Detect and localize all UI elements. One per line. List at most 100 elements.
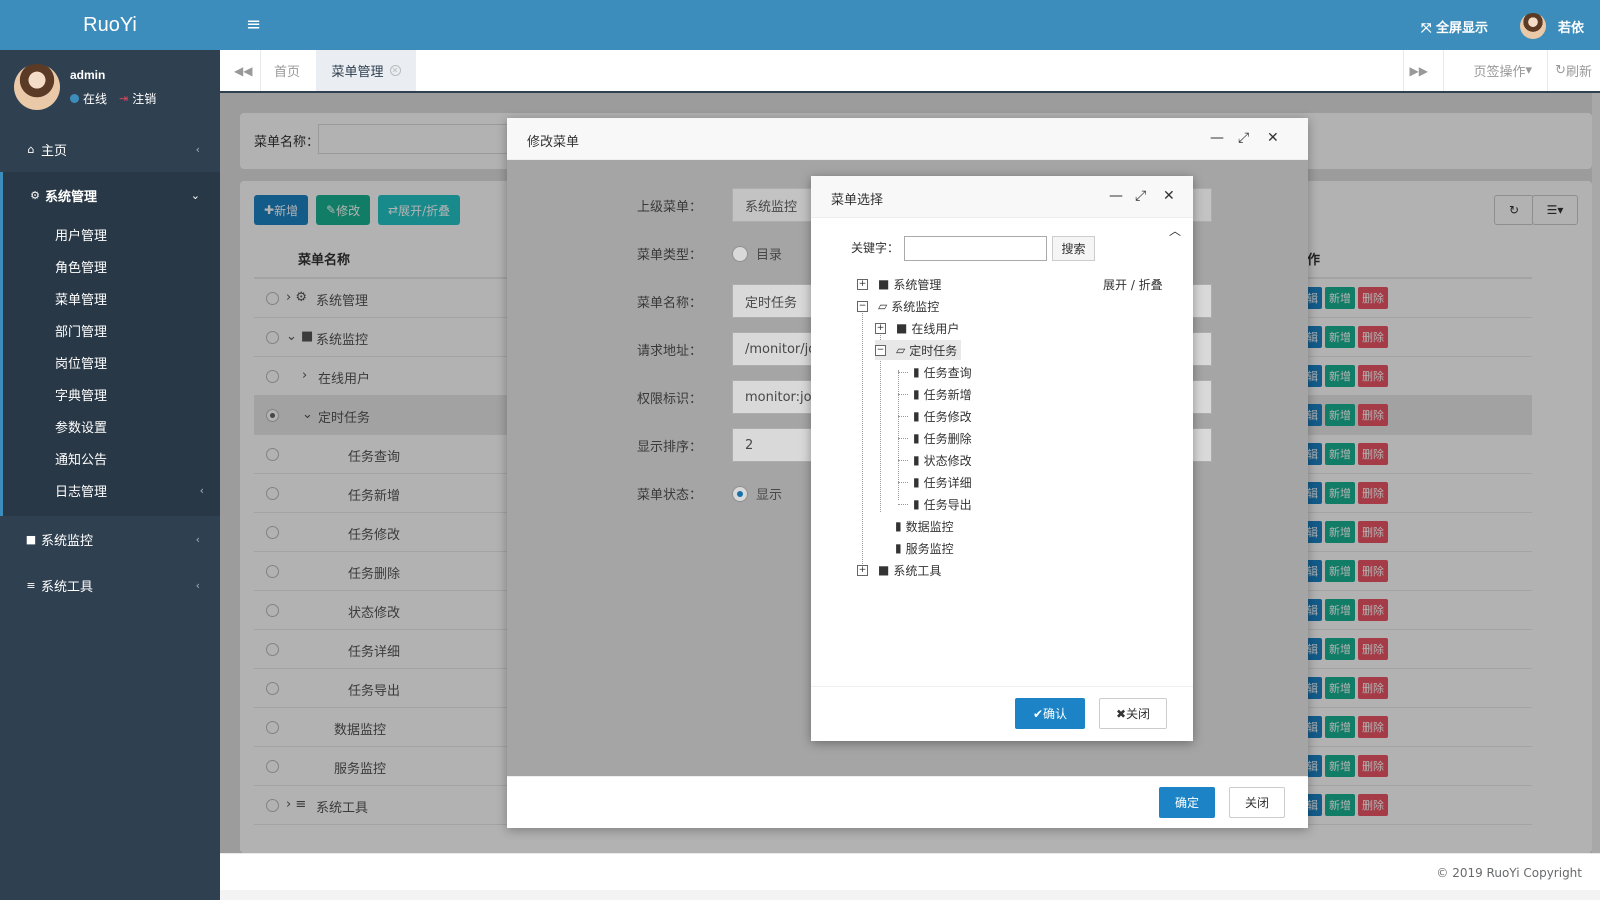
tree-line — [898, 438, 908, 439]
collapse-minus-icon[interactable]: − — [875, 344, 886, 356]
expand-plus-icon[interactable]: + — [857, 278, 868, 290]
tab-ops-dropdown[interactable]: 页签操作 ▾ — [1473, 50, 1532, 91]
collapse-arrow-icon[interactable]: ︿ — [1169, 222, 1181, 239]
file-icon: ▮ — [913, 475, 920, 489]
sidebar-item-log-label: 日志管理 — [55, 484, 108, 500]
online-dot-icon — [70, 94, 79, 103]
sidebar-item-notice[interactable]: 通知公告 — [3, 442, 220, 474]
sidebar: RuoYi admin 在线 ⇥ 注销 ⌂ 主页 ‹ ⚙ 系统管理 ⌄ 用户管理… — [0, 0, 220, 900]
sidebar-item-user[interactable]: 用户管理 — [3, 218, 220, 250]
nav-tools[interactable]: ≡ 系统工具 ‹ — [0, 562, 220, 608]
sidebar-item-dict[interactable]: 字典管理 — [3, 378, 220, 410]
footer: © 2019 RuoYi Copyright — [220, 853, 1600, 890]
tree-node-data[interactable]: ▮ 数据监控 — [895, 516, 954, 536]
expand-plus-icon[interactable]: + — [857, 564, 868, 576]
cancel-button[interactable]: 关闭 — [1229, 787, 1285, 818]
dialog-title: 菜单选择 — [831, 193, 884, 208]
sidebar-item-menu[interactable]: 菜单管理 — [3, 282, 220, 314]
close-icon: ✖ — [1115, 706, 1127, 721]
sidebar-item-dept[interactable]: 部门管理 — [3, 314, 220, 346]
expand-plus-icon[interactable]: + — [875, 322, 886, 334]
confirm-button[interactable]: 确定 — [1159, 787, 1215, 818]
tree-node-job-child[interactable]: ▮ 任务修改 — [913, 406, 972, 426]
tree-node-label: 任务详细 — [923, 475, 972, 490]
tree-node-monitor[interactable]: − ▱ 系统监控 — [857, 296, 939, 316]
close-icon[interactable]: ✕ — [1163, 188, 1175, 204]
dialog-title: 修改菜单 — [527, 135, 580, 150]
tab-scroll-left-icon[interactable]: ◀◀ — [234, 50, 252, 91]
tree-node-job-child[interactable]: ▮ 任务详细 — [913, 472, 972, 492]
sidebar-item-log[interactable]: 日志管理 ‹ — [3, 474, 220, 506]
tree-node-job[interactable]: − ▱ 定时任务 — [875, 340, 962, 360]
divider — [1547, 50, 1548, 91]
top-username[interactable]: 若依 — [1558, 17, 1584, 36]
tree-node-system[interactable]: + ■ 系统管理 — [857, 274, 941, 294]
tree-node-label: 系统工具 — [893, 563, 942, 578]
maximize-icon[interactable]: ⤢ — [1238, 130, 1249, 146]
maximize-icon[interactable]: ⤢ — [1135, 188, 1146, 204]
tree-node-label: 定时任务 — [909, 343, 958, 358]
tree-line — [898, 416, 908, 417]
close-label: 关闭 — [1126, 707, 1151, 721]
chevron-left-icon: ‹ — [195, 142, 200, 156]
fullscreen-button[interactable]: ⤧ 全屏显示 — [1421, 17, 1488, 36]
close-button[interactable]: ✖ 关闭 — [1099, 698, 1167, 729]
nav-system-submenu: 用户管理 角色管理 菜单管理 部门管理 岗位管理 字典管理 参数设置 通知公告 … — [0, 218, 220, 516]
keyword-input[interactable] — [904, 236, 1047, 261]
tree-line — [898, 482, 908, 483]
tab-refresh-button[interactable]: ↻ 刷新 — [1555, 50, 1592, 91]
logout-icon[interactable]: ⇥ — [119, 92, 128, 105]
tree-node-tools[interactable]: + ■ 系统工具 — [857, 560, 941, 580]
tab-scroll-right-icon[interactable]: ▶▶ — [1410, 50, 1428, 91]
collapse-minus-icon[interactable]: − — [857, 300, 868, 312]
minimize-icon[interactable]: — — [1210, 130, 1224, 146]
keyword-label: 关键字： — [851, 241, 900, 255]
divider — [260, 50, 261, 91]
file-icon: ▮ — [913, 497, 920, 511]
tree-node-job-child[interactable]: ▮ 任务查询 — [913, 362, 972, 382]
tree-node-job-child[interactable]: ▮ 任务导出 — [913, 494, 972, 514]
search-button[interactable]: 搜索 — [1052, 236, 1095, 261]
tree-node-server[interactable]: ▮ 服务监控 — [895, 538, 954, 558]
tree-node-label: 任务新增 — [923, 387, 972, 402]
tab-menu-label: 菜单管理 — [331, 65, 384, 80]
close-icon[interactable]: ✕ — [389, 65, 401, 76]
confirm-button[interactable]: ✔ 确认 — [1015, 698, 1085, 729]
close-icon[interactable]: ✕ — [1267, 130, 1279, 146]
tree-node-label: 任务导出 — [923, 497, 972, 512]
copyright: © 2019 RuoYi Copyright — [1436, 866, 1582, 880]
folder-open-icon: ▱ — [896, 343, 906, 357]
tree-line — [898, 504, 908, 505]
nav-monitor[interactable]: ■ 系统监控 ‹ — [0, 516, 220, 562]
tree-node-job-child[interactable]: ▮ 任务删除 — [913, 428, 972, 448]
folder-icon: ■ — [878, 277, 890, 291]
nav-home[interactable]: ⌂ 主页 ‹ — [0, 126, 220, 172]
avatar[interactable] — [14, 64, 60, 110]
minimize-icon[interactable]: — — [1109, 188, 1123, 204]
tree-node-label: 服务监控 — [905, 541, 954, 556]
tree-line — [898, 394, 908, 395]
user-name: admin — [70, 68, 106, 82]
brand-logo[interactable]: RuoYi — [0, 0, 220, 50]
tree-node-label: 任务查询 — [923, 365, 972, 380]
sidebar-item-role[interactable]: 角色管理 — [3, 250, 220, 282]
menu-select-dialog: 菜单选择 — ⤢ ✕ ︿ 关键字： 搜索 展开 / 折叠 + ■ 系统管理 − ▱ 系统… — [811, 176, 1193, 741]
tree-node-label: 系统管理 — [893, 277, 942, 292]
tab-menu[interactable]: 菜单管理 ✕ — [316, 50, 416, 91]
tree-node-label: 数据监控 — [905, 519, 954, 534]
tree-node-label: 任务修改 — [923, 409, 972, 424]
tree-node-job-child[interactable]: ▮ 状态修改 — [913, 450, 972, 470]
sidebar-item-post[interactable]: 岗位管理 — [3, 346, 220, 378]
tab-home[interactable]: 首页 — [274, 50, 300, 91]
nav-system-label: 系统管理 — [45, 189, 98, 205]
nav-system[interactable]: ⚙ 系统管理 ⌄ — [0, 172, 220, 218]
logout-link[interactable]: 注销 — [132, 90, 156, 107]
hamburger-icon[interactable]: ≡ — [246, 14, 261, 35]
divider — [1403, 50, 1404, 91]
tree-node-online[interactable]: + ■ 在线用户 — [875, 318, 959, 338]
top-avatar[interactable] — [1520, 13, 1546, 39]
tree-node-job-child[interactable]: ▮ 任务新增 — [913, 384, 972, 404]
sidebar-item-config[interactable]: 参数设置 — [3, 410, 220, 442]
fullscreen-label: 全屏显示 — [1435, 21, 1488, 36]
tree-line — [898, 370, 899, 500]
